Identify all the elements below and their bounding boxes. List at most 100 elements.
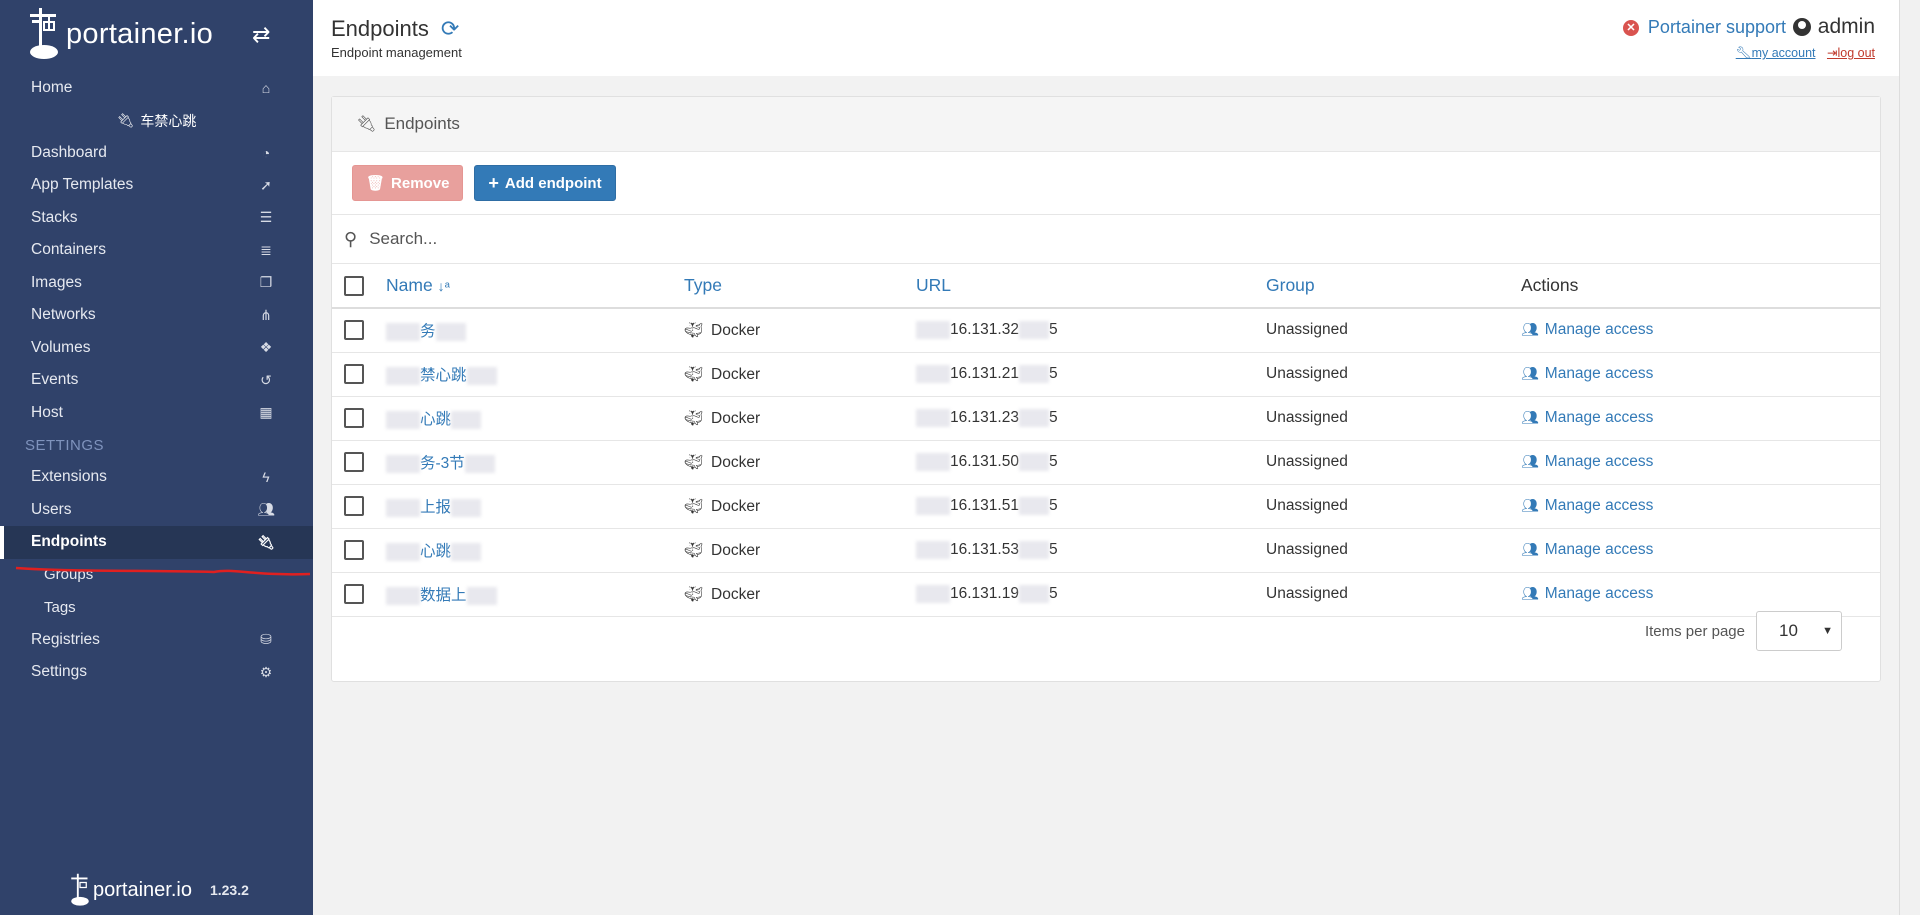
manage-access-link[interactable]: 👥︎ Manage access	[1521, 497, 1653, 514]
sidebar-item-users[interactable]: Users 👥︎	[0, 494, 313, 527]
sidebar-item-extensions[interactable]: Extensions ϟ	[0, 461, 313, 494]
url-cell: 16.131.21 5	[916, 352, 1266, 396]
remove-button[interactable]: 🗑︎ Remove	[352, 165, 464, 201]
sidebar-item-home[interactable]: Home ⌂	[0, 72, 313, 105]
endpoint-url: 16.131.21	[950, 365, 1019, 383]
sidebar-footer: portainer.io 1.23.2	[70, 873, 249, 907]
redacted-name	[451, 542, 482, 561]
server-icon: ≣	[260, 241, 272, 258]
manage-access-link[interactable]: 👥︎ Manage access	[1521, 541, 1653, 558]
sidebar-item-app-templates[interactable]: App Templates ➚	[0, 169, 313, 202]
user-menu: admin	[1792, 15, 1875, 39]
redacted-url	[1018, 408, 1049, 427]
row-checkbox[interactable]	[344, 408, 364, 428]
endpoints-table: Name ↓ᵃ Type URL Group Actions 务 🐳︎ Docke…	[332, 264, 1880, 617]
sidebar-item-dashboard[interactable]: Dashboard ◔	[0, 137, 313, 170]
row-checkbox[interactable]	[344, 364, 364, 384]
pagination-controls: Items per page 10 ▼	[1645, 611, 1842, 651]
redacted-url	[916, 540, 950, 559]
endpoint-name-link[interactable]: 禁心跳	[386, 352, 684, 396]
refresh-icon[interactable]: ⟳	[441, 16, 459, 42]
log-out-link[interactable]: ⇥log out	[1827, 46, 1875, 60]
endpoint-name-link[interactable]: 务	[386, 308, 684, 352]
manage-access-link[interactable]: 👥︎ Manage access	[1521, 321, 1653, 338]
panel-title: Endpoints	[384, 114, 460, 133]
page-scrollbar[interactable]	[1899, 0, 1920, 915]
users-icon: 👥︎	[1521, 453, 1539, 469]
column-name[interactable]: Name ↓ᵃ	[386, 264, 684, 308]
manage-access-link[interactable]: 👥︎ Manage access	[1521, 365, 1653, 382]
endpoints-panel: 🔌︎ Endpoints 🗑︎ Remove + Add endpoint ⚲ …	[331, 96, 1881, 682]
sidebar-item-label: Registries	[31, 630, 100, 648]
row-checkbox[interactable]	[344, 540, 364, 560]
exchange-icon[interactable]: ⇄	[252, 22, 270, 48]
items-per-page-select[interactable]: 10 ▼	[1756, 611, 1842, 651]
footer-brand: portainer.io	[93, 878, 192, 901]
remove-label: Remove	[391, 174, 450, 192]
endpoint-name-link[interactable]: 心跳	[386, 396, 684, 440]
url-cell: 16.131.53 5	[916, 528, 1266, 572]
sidebar-item-label: Dashboard	[31, 143, 107, 161]
manage-access-label: Manage access	[1544, 365, 1654, 382]
url-cell: 16.131.50 5	[916, 440, 1266, 484]
rocket-icon: ➚	[260, 176, 272, 193]
manage-access-link[interactable]: 👥︎ Manage access	[1521, 453, 1653, 470]
sidebar-item-tags[interactable]: Tags	[0, 591, 313, 624]
group-cell: Unassigned	[1266, 365, 1348, 382]
row-checkbox[interactable]	[344, 496, 364, 516]
row-checkbox[interactable]	[344, 584, 364, 604]
endpoint-name-link[interactable]: 数据上	[386, 572, 684, 616]
add-endpoint-button[interactable]: + Add endpoint	[474, 165, 616, 201]
manage-access-link[interactable]: 👥︎ Manage access	[1521, 585, 1653, 602]
panel-header: 🔌︎ Endpoints	[332, 97, 1880, 152]
url-cell: 16.131.51 5	[916, 484, 1266, 528]
column-name-label: Name	[386, 275, 433, 295]
column-type[interactable]: Type	[684, 264, 916, 308]
endpoint-url: 16.131.23	[950, 409, 1019, 427]
table-row: 务 🐳︎ Docker 16.131.32 5 Unassigned 👥︎ Manag…	[332, 308, 1880, 352]
portainer-logo[interactable]: portainer.io	[28, 8, 213, 60]
sidebar-item-host[interactable]: Host ▦	[0, 397, 313, 430]
sidebar-item-endpoints[interactable]: Endpoints 🔌︎	[0, 526, 313, 559]
sidebar-item-label: Settings	[31, 663, 88, 681]
endpoint-name-link[interactable]: 上报	[386, 484, 684, 528]
endpoint-url: 16.131.51	[950, 497, 1019, 515]
column-group[interactable]: Group	[1266, 264, 1521, 308]
table-header-row: Name ↓ᵃ Type URL Group Actions	[332, 264, 1880, 308]
sidebar-item-stacks[interactable]: Stacks ☰	[0, 202, 313, 235]
search-input[interactable]	[367, 228, 1772, 250]
my-account-link[interactable]: 🔧︎my account	[1736, 46, 1816, 60]
page-title-text: Endpoints	[331, 16, 429, 41]
page-title: Endpoints ⟳	[331, 16, 459, 42]
sidebar-item-networks[interactable]: Networks ⋔	[0, 299, 313, 332]
manage-access-link[interactable]: 👥︎ Manage access	[1521, 409, 1653, 426]
account-links: 🔧︎my account ⇥log out	[1728, 45, 1875, 61]
sidebar-item-registries[interactable]: Registries ⛁	[0, 624, 313, 657]
sidebar-item-settings[interactable]: Settings ⚙	[0, 656, 313, 689]
portainer-support-link[interactable]: ✕ Portainer support	[1622, 17, 1786, 38]
sign-out-icon: ⇥	[1826, 46, 1838, 60]
redacted-name	[386, 454, 420, 473]
sidebar-item-volumes[interactable]: Volumes ❖	[0, 332, 313, 365]
endpoint-name: 务-3节	[420, 455, 465, 472]
type-cell: 🐳︎ Docker	[684, 352, 916, 396]
redacted-name	[466, 366, 497, 385]
row-checkbox[interactable]	[344, 320, 364, 341]
red-underline-annotation	[15, 566, 311, 576]
sidebar-item-containers[interactable]: Containers ≣	[0, 234, 313, 267]
endpoint-name-link[interactable]: 务-3节	[386, 440, 684, 484]
sidebar-item-label: Volumes	[31, 338, 91, 356]
column-url[interactable]: URL	[916, 264, 1266, 308]
home-icon: ⌂	[261, 80, 271, 97]
sidebar-item-images[interactable]: Images ❐	[0, 267, 313, 300]
redacted-name	[435, 323, 466, 342]
sidebar-item-events[interactable]: Events ↺	[0, 364, 313, 397]
type-cell: 🐳︎ Docker	[684, 572, 916, 616]
endpoint-name-link[interactable]: 心跳	[386, 528, 684, 572]
select-all-checkbox[interactable]	[344, 276, 364, 297]
users-icon: 👥︎	[1521, 497, 1539, 513]
brand-name: portainer.io	[66, 17, 214, 50]
type-cell: 🐳︎ Docker	[684, 396, 916, 440]
redacted-name	[386, 542, 420, 561]
row-checkbox[interactable]	[344, 452, 364, 472]
